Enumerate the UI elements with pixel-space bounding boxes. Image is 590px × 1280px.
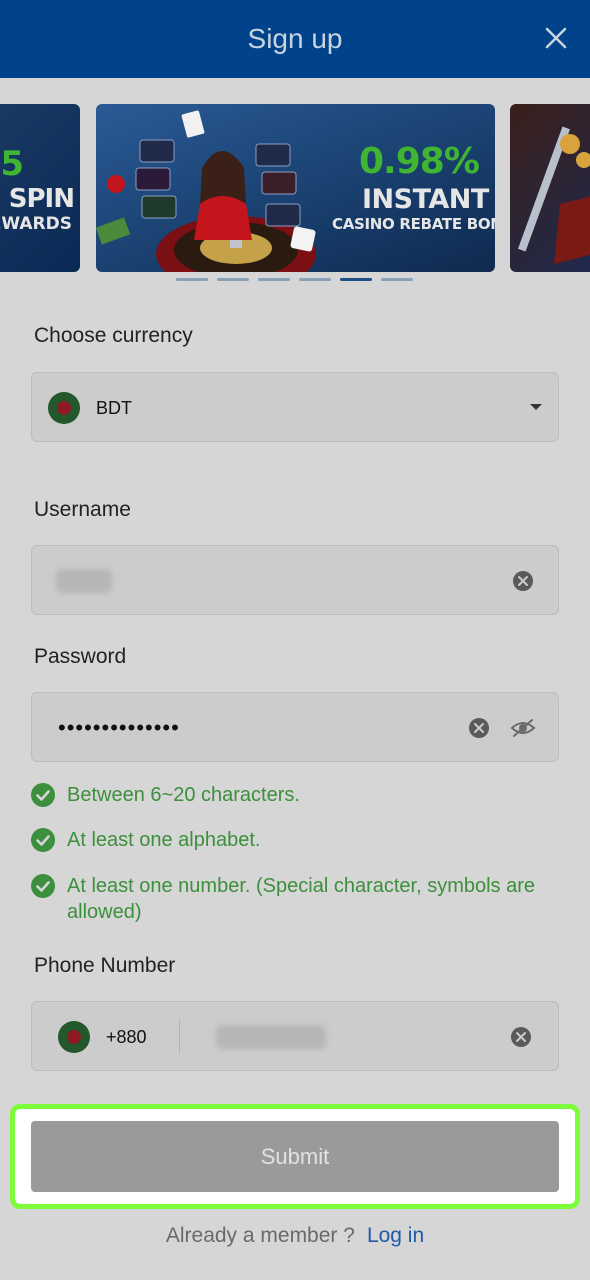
eye-hidden-icon[interactable] xyxy=(510,716,536,740)
phone-field[interactable]: +880 xyxy=(31,1001,559,1071)
country-code[interactable]: +880 xyxy=(106,1002,147,1072)
username-label: Username xyxy=(34,498,131,521)
check-circle-icon xyxy=(31,783,55,807)
password-rule-length: Between 6~20 characters. xyxy=(31,782,561,808)
login-link[interactable]: Log in xyxy=(367,1224,424,1247)
currency-label: Choose currency xyxy=(34,324,193,347)
banner-subline: REWARDS xyxy=(0,214,72,234)
phone-label: Phone Number xyxy=(34,954,176,977)
header: Sign up xyxy=(0,0,590,78)
rule-text: Between 6~20 characters. xyxy=(67,784,300,806)
login-prompt-text: Already a member ? xyxy=(165,1224,355,1247)
casino-roulette-illustration xyxy=(96,110,316,272)
divider xyxy=(179,1020,180,1054)
bangladesh-flag-icon[interactable] xyxy=(58,1021,90,1053)
password-rule-alphabet: At least one alphabet. xyxy=(31,827,561,853)
rule-text: At least one alphabet. xyxy=(67,829,261,851)
banner-headline: INSTANT xyxy=(362,184,489,215)
carousel-dot[interactable] xyxy=(258,278,290,281)
close-icon[interactable] xyxy=(538,20,574,56)
carousel-dot[interactable] xyxy=(176,278,208,281)
carousel-dot[interactable] xyxy=(381,278,413,281)
banner-subline: CASINO REBATE BONUS xyxy=(332,215,495,233)
banner-headline: EE SPIN xyxy=(0,184,75,214)
check-circle-icon xyxy=(31,874,55,898)
submit-button[interactable]: Submit xyxy=(31,1121,559,1192)
banner-number: 5 xyxy=(0,144,24,184)
carousel-dot[interactable] xyxy=(299,278,331,281)
promo-banner-rebate[interactable]: 0.98% INSTANT CASINO REBATE BONUS xyxy=(96,104,495,272)
promo-banner-free-spin[interactable]: 5 EE SPIN REWARDS xyxy=(0,104,80,272)
username-field[interactable] xyxy=(31,545,559,615)
chevron-down-icon xyxy=(530,404,542,410)
password-label: Password xyxy=(34,645,127,668)
banner-number: 0.98% xyxy=(359,141,480,182)
page-title: Sign up xyxy=(247,23,343,54)
rule-text: At least one number. (Special character,… xyxy=(67,875,536,923)
password-value: •••••••••••••• xyxy=(58,715,180,740)
phone-value-redacted xyxy=(216,1025,326,1049)
currency-value: BDT xyxy=(96,397,132,418)
clear-icon[interactable] xyxy=(468,717,490,739)
promo-carousel[interactable]: 5 EE SPIN REWARDS 0.98% INSTANT CASINO R… xyxy=(0,104,590,272)
slot-game-illustration xyxy=(518,126,590,264)
promo-banner-next[interactable] xyxy=(510,104,590,272)
carousel-dot-active[interactable] xyxy=(340,278,372,281)
login-prompt: Already a member ? Log in xyxy=(0,1224,590,1248)
clear-icon[interactable] xyxy=(510,1026,532,1048)
bangladesh-flag-icon xyxy=(48,392,80,424)
carousel-dot[interactable] xyxy=(217,278,249,281)
username-value-redacted xyxy=(56,569,112,593)
currency-select[interactable]: BDT xyxy=(31,372,559,442)
check-circle-icon xyxy=(31,828,55,852)
carousel-pagination xyxy=(176,278,413,281)
password-field[interactable]: •••••••••••••• xyxy=(31,692,559,762)
password-rule-number: At least one number. (Special character,… xyxy=(31,873,561,925)
clear-icon[interactable] xyxy=(512,570,534,592)
